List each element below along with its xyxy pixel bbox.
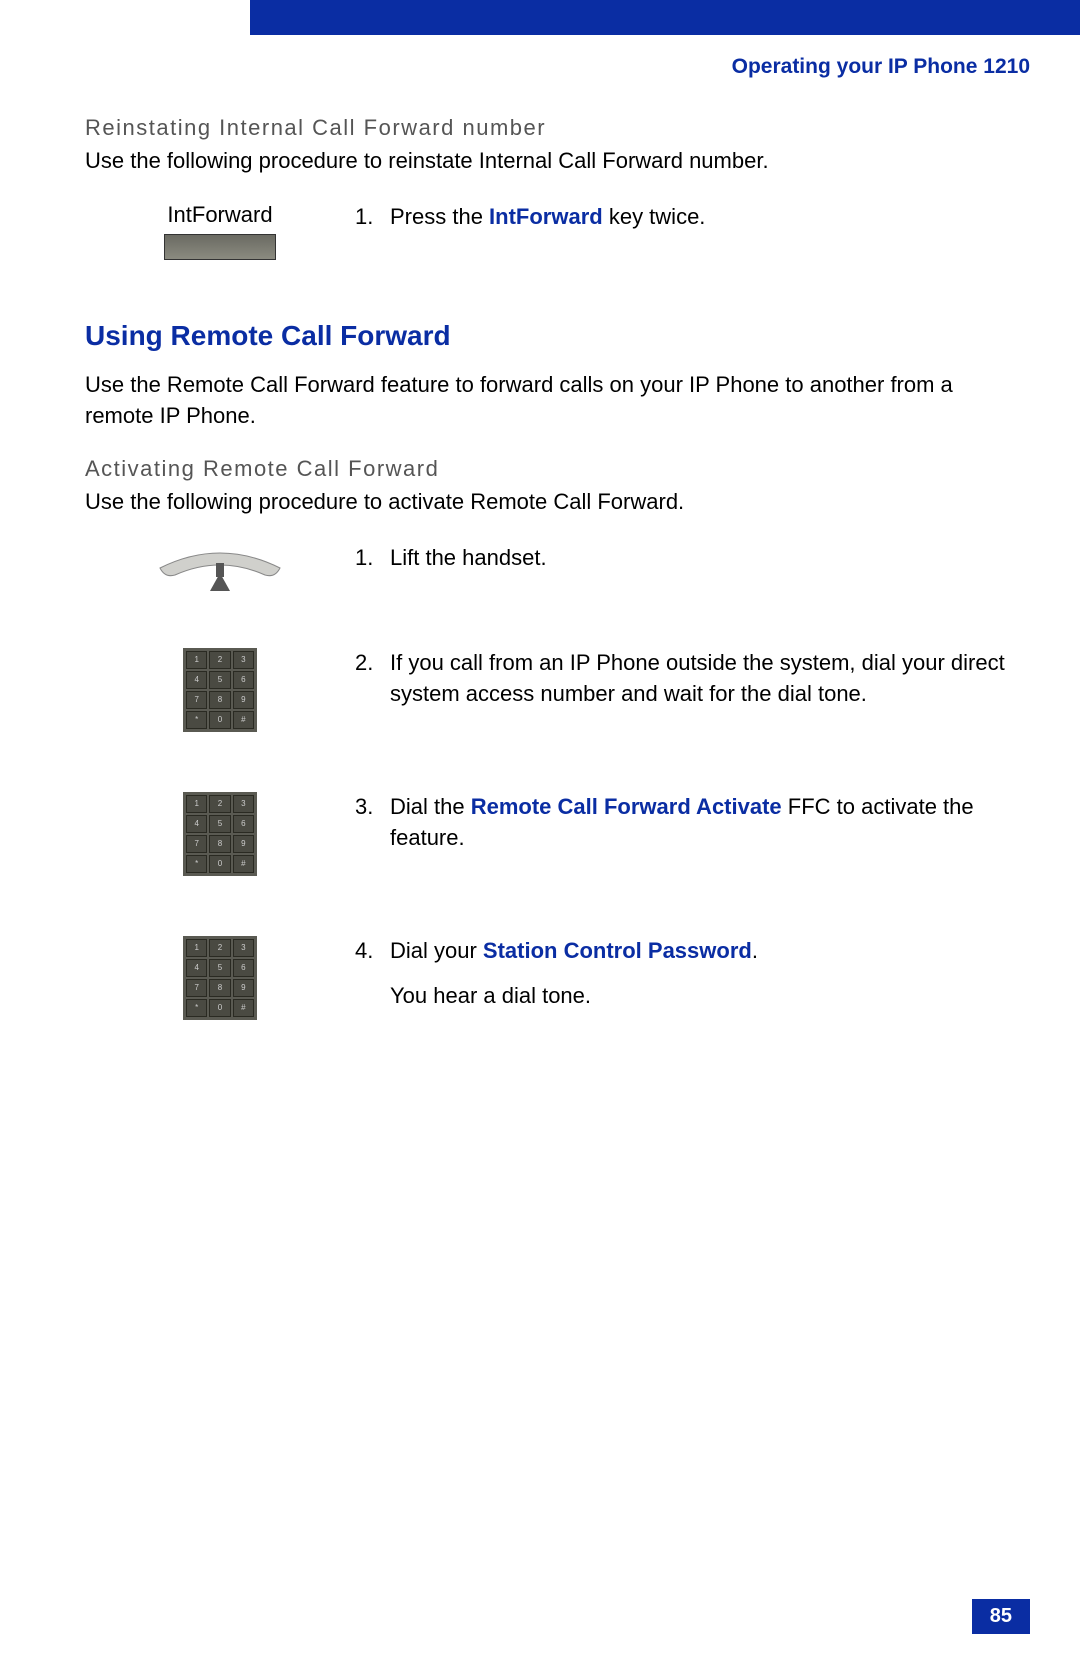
remote-intro: Use the Remote Call Forward feature to f… [85, 370, 1010, 432]
activating-heading: Activating Remote Call Forward [85, 456, 1010, 482]
remote-section-title: Using Remote Call Forward [85, 320, 1010, 352]
header-tab [250, 0, 1080, 35]
step-number: 4. [355, 936, 390, 1012]
reinstate-step-1: IntForward 1. Press the IntForward key t… [85, 202, 1010, 260]
page-number: 85 [972, 1599, 1030, 1634]
step-text: Dial your Station Control Password. You … [390, 936, 1010, 1012]
step-text: Lift the handset. [390, 543, 1010, 574]
remote-step-4: 123 456 789 *0# 4. Dial your Station Con… [85, 936, 1010, 1020]
step-number: 3. [355, 792, 390, 854]
softkey-icon [164, 234, 276, 260]
running-header: Operating your IP Phone 1210 [732, 55, 1030, 79]
step-number: 1. [355, 543, 390, 574]
step-text: Dial the Remote Call Forward Activate FF… [390, 792, 1010, 854]
step-number: 2. [355, 648, 390, 710]
softkey-label: IntForward [85, 202, 355, 228]
remote-step-3: 123 456 789 *0# 3. Dial the Remote Call … [85, 792, 1010, 876]
remote-step-2: 123 456 789 *0# 2. If you call from an I… [85, 648, 1010, 732]
activating-intro: Use the following procedure to activate … [85, 487, 1010, 518]
handset-icon [85, 543, 355, 598]
reinstate-heading: Reinstating Internal Call Forward number [85, 115, 1010, 141]
keypad-icon: 123 456 789 *0# [183, 648, 257, 732]
keypad-icon: 123 456 789 *0# [183, 792, 257, 876]
reinstate-intro: Use the following procedure to reinstate… [85, 146, 1010, 177]
page-content: Reinstating Internal Call Forward number… [0, 0, 1080, 1020]
keypad-icon: 123 456 789 *0# [183, 936, 257, 1020]
remote-step-1: 1. Lift the handset. [85, 543, 1010, 598]
step-text: If you call from an IP Phone outside the… [390, 648, 1010, 710]
step-number: 1. [355, 202, 390, 233]
step-text: Press the IntForward key twice. [390, 202, 1010, 233]
